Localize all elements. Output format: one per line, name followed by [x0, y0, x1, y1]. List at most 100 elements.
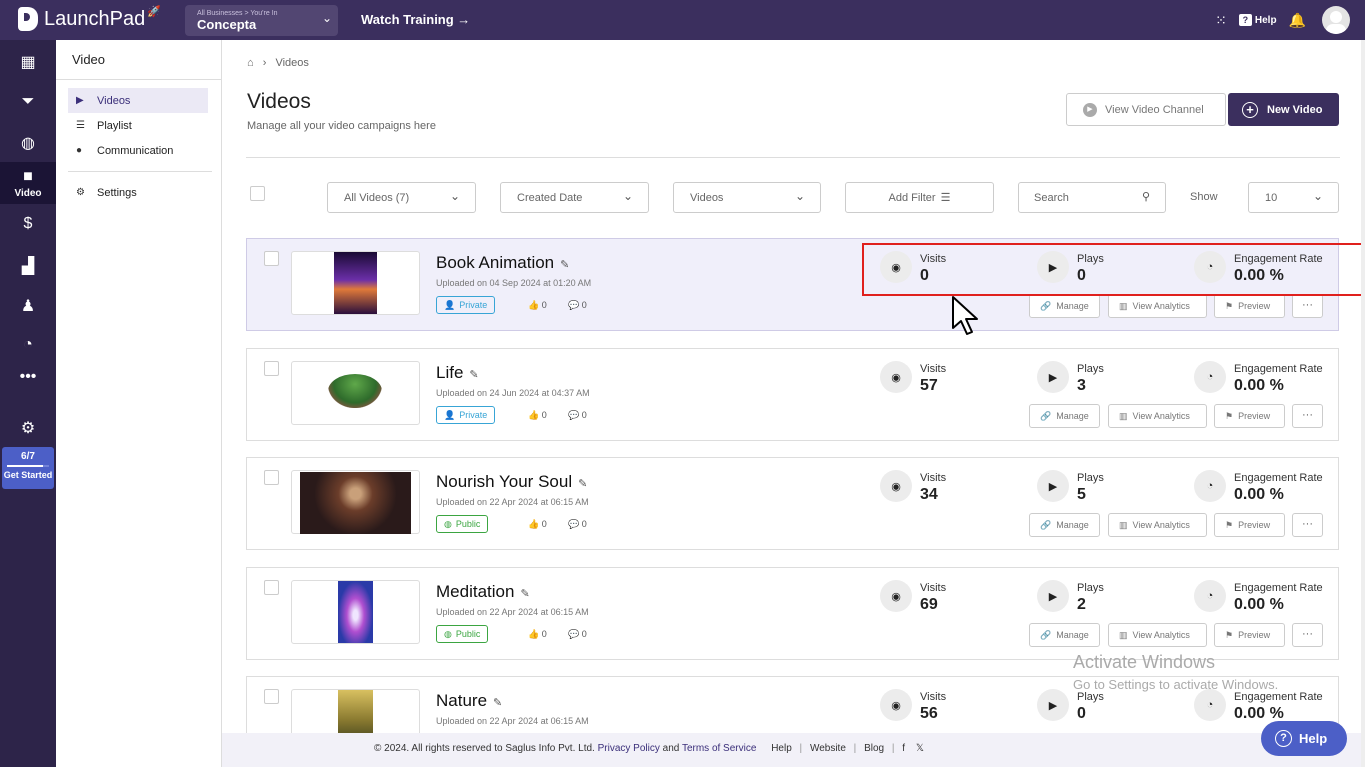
avatar[interactable] [1322, 6, 1350, 34]
help-label: Help [1254, 14, 1277, 26]
view-analytics-button[interactable]: ▥ View Analytics [1108, 623, 1207, 647]
footer-and: and [662, 743, 680, 754]
chevron-down-icon: ⌄ [794, 189, 805, 203]
view-analytics-button[interactable]: ▥ View Analytics [1108, 294, 1207, 318]
new-video-button[interactable]: + New Video [1228, 93, 1339, 126]
video-row[interactable]: Life ✎ Uploaded on 24 Jun 2024 at 04:37 A… [246, 348, 1339, 441]
sidebar-item-communication[interactable]: ● Communication [68, 138, 208, 163]
help-link[interactable]: ? Help [1238, 14, 1277, 26]
view-video-channel-button[interactable]: ▶ View Video Channel [1066, 93, 1226, 126]
users-icon[interactable]: ♟ [0, 296, 56, 316]
more-options-button[interactable]: ··· [1292, 623, 1323, 647]
breadcrumb-current[interactable]: Videos [275, 57, 308, 69]
plays-label: Plays [1077, 472, 1104, 484]
x-twitter-icon[interactable]: 𝕏 [916, 743, 924, 754]
pencil-icon[interactable]: ✎ [560, 259, 569, 271]
page-size-value: 10 [1265, 191, 1278, 204]
pencil-icon[interactable]: ✎ [493, 697, 502, 709]
all-videos-dropdown[interactable]: All Videos (7) ⌄ [327, 182, 476, 213]
preview-button[interactable]: ⚑ Preview [1214, 623, 1285, 647]
likes-count: 👍 0 [528, 410, 547, 421]
gear-icon[interactable]: ⚙ [0, 418, 56, 438]
get-started-button[interactable]: 6/7 Get Started [2, 447, 54, 489]
video-row[interactable]: Nourish Your Soul ✎ Uploaded on 22 Apr 20… [246, 457, 1339, 550]
more-icon[interactable]: ••• [0, 368, 56, 386]
add-filter-button[interactable]: Add Filter ☰ [845, 182, 994, 213]
home-icon[interactable]: ⌂ [247, 57, 254, 69]
dollar-icon[interactable]: $ [0, 215, 56, 233]
visits-value: 56 [920, 705, 938, 722]
visibility-badge: ◍ Public [436, 625, 489, 643]
footer-blog-link[interactable]: Blog [864, 743, 884, 754]
footer-help-link[interactable]: Help [771, 743, 792, 754]
video-title-text: Life [436, 363, 464, 382]
more-options-button[interactable]: ··· [1292, 404, 1323, 428]
apps-grid-icon[interactable]: ⁙ [1215, 12, 1227, 29]
bell-icon[interactable]: 🔔 [1289, 12, 1306, 29]
business-switcher[interactable]: All Businesses > You're In Concepta ⌄ [185, 5, 338, 36]
video-thumbnail[interactable] [291, 251, 420, 315]
rail-item-video[interactable]: ■ Video [0, 162, 56, 204]
pencil-icon[interactable]: ✎ [469, 369, 478, 381]
terms-link[interactable]: Terms of Service [682, 743, 756, 754]
sidebar-item-videos[interactable]: ▶ Videos [68, 88, 208, 113]
question-icon: ? [1275, 730, 1292, 747]
video-thumbnail[interactable] [291, 470, 420, 534]
communication-icon: ● [76, 145, 83, 156]
footer: © 2024. All rights reserved to Saglus In… [222, 733, 1365, 767]
search-input[interactable]: Search ⚲ [1018, 182, 1166, 213]
funnel-icon[interactable]: ⏷ [0, 93, 56, 111]
pencil-icon[interactable]: ✎ [578, 478, 587, 490]
video-thumbnail[interactable] [291, 689, 420, 740]
video-type-dropdown[interactable]: Videos ⌄ [673, 182, 821, 213]
chevron-down-icon: ⌄ [449, 189, 460, 203]
manage-button[interactable]: 🔗 Manage [1029, 623, 1100, 647]
facebook-icon[interactable]: f [902, 743, 905, 754]
thumbs-up-icon: 👍 [528, 410, 540, 420]
add-filter-label: Add Filter [888, 191, 936, 204]
sidebar-item-playlist[interactable]: ☰ Playlist [68, 113, 208, 138]
visibility-badge: 👤 Private [436, 296, 496, 314]
view-analytics-button[interactable]: ▥ View Analytics [1108, 404, 1207, 428]
more-options-button[interactable]: ··· [1292, 294, 1323, 318]
manage-button[interactable]: 🔗 Manage [1029, 404, 1100, 428]
preview-button[interactable]: ⚑ Preview [1214, 294, 1285, 318]
get-started-progress: 6/7 [21, 451, 35, 462]
manage-button[interactable]: 🔗 Manage [1029, 294, 1100, 318]
video-thumbnail[interactable] [291, 580, 420, 644]
created-date-dropdown[interactable]: Created Date ⌄ [500, 182, 649, 213]
help-chat-button[interactable]: ? Help [1261, 721, 1347, 756]
privacy-policy-link[interactable]: Privacy Policy [598, 743, 660, 754]
manage-button[interactable]: 🔗 Manage [1029, 513, 1100, 537]
preview-button[interactable]: ⚑ Preview [1214, 404, 1285, 428]
view-analytics-button[interactable]: ▥ View Analytics [1108, 513, 1207, 537]
pencil-icon[interactable]: ✎ [520, 588, 529, 600]
launchpad-logo[interactable]: LaunchPad 🚀 [18, 6, 161, 31]
engagement-icon: ◔ [1194, 580, 1226, 612]
globe-icon[interactable]: ◍ [0, 133, 56, 153]
breadcrumb: ⌂ › Videos [247, 57, 309, 69]
gauge-icon[interactable]: ◔ [0, 336, 56, 354]
select-all-checkbox[interactable] [250, 186, 265, 201]
row-checkbox[interactable] [264, 580, 279, 595]
scrollbar[interactable] [1361, 40, 1365, 767]
row-checkbox[interactable] [264, 470, 279, 485]
analytics-icon[interactable]: ▟ [0, 256, 56, 276]
globe-icon: ◍ [444, 518, 452, 529]
thumbs-up-icon: 👍 [528, 519, 540, 529]
video-row[interactable]: Meditation ✎ Uploaded on 22 Apr 2024 at 0… [246, 567, 1339, 660]
page-size-select[interactable]: 10 ⌄ [1248, 182, 1339, 213]
play-icon: ▶ [1037, 580, 1069, 612]
visibility-badge: ◍ Public [436, 515, 489, 533]
row-checkbox[interactable] [264, 361, 279, 376]
row-checkbox[interactable] [264, 689, 279, 704]
video-thumbnail[interactable] [291, 361, 420, 425]
preview-button[interactable]: ⚑ Preview [1214, 513, 1285, 537]
watch-training-link[interactable]: Watch Training → [361, 12, 470, 27]
row-checkbox[interactable] [264, 251, 279, 266]
sidebar-item-settings[interactable]: ⚙ Settings [68, 180, 208, 205]
dashboard-icon[interactable]: ▦ [0, 52, 56, 72]
view-analytics-label: View Analytics [1132, 630, 1190, 640]
more-options-button[interactable]: ··· [1292, 513, 1323, 537]
footer-website-link[interactable]: Website [810, 743, 846, 754]
